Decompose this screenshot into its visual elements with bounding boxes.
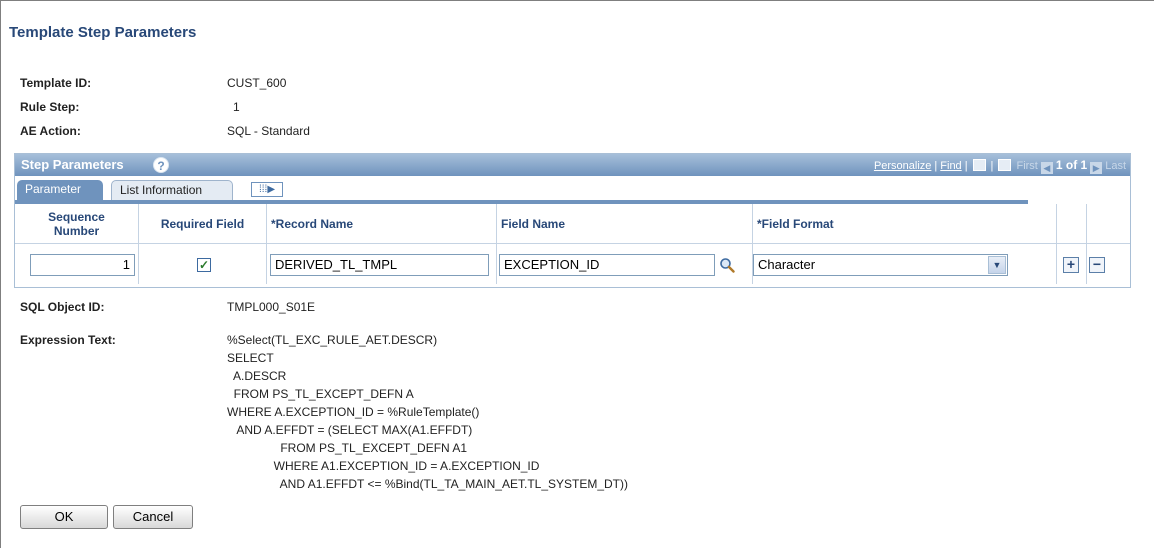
field-format-value: Character — [758, 257, 816, 272]
required-field-cell: ✓ — [139, 244, 267, 284]
tab-parameter[interactable]: Parameter — [17, 180, 103, 200]
cancel-button[interactable]: Cancel — [113, 505, 193, 529]
sql-object-id-value: TMPL000_S01E — [227, 300, 316, 314]
first-link: First — [1016, 160, 1038, 172]
grid-navigation: Personalize | Find | | First ◀ 1 of 1 ▶ Last — [873, 158, 1126, 174]
chevron-down-icon: ▼ — [988, 256, 1006, 274]
sequence-number-input[interactable]: 1 — [30, 254, 135, 276]
expression-line: AND A.EFFDT = (SELECT MAX(A1.EFFDT) — [227, 423, 473, 437]
step-parameters-grid: Step Parameters ? Personalize | Find | | Fir… — [14, 153, 1131, 288]
record-name-input[interactable]: DERIVED_TL_TMPL — [270, 254, 489, 276]
expression-line: AND A1.EFFDT <= %Bind(TL_TA_MAIN_AET.TL_… — [227, 477, 629, 491]
view-all-icon[interactable] — [972, 159, 986, 171]
previous-arrow-icon: ◀ — [1040, 162, 1053, 174]
column-header-label: *Record Name — [271, 216, 354, 231]
record-name-cell: DERIVED_TL_TMPL — [267, 244, 497, 284]
page-title: Template Step Parameters — [9, 24, 197, 41]
sql-object-id-label: SQL Object ID: — [20, 300, 105, 314]
column-header-sequence-number: Sequence Number — [15, 204, 139, 244]
find-link[interactable]: Find — [940, 160, 961, 172]
add-row-cell: + — [1057, 244, 1087, 284]
expression-line: SELECT — [227, 351, 274, 365]
expression-line: A.DESCR — [227, 369, 287, 383]
column-header-label: Field Name — [501, 216, 566, 231]
show-all-columns-icon[interactable]: ⁞⁞⁞▶ — [251, 182, 283, 197]
ae-action-value: SQL - Standard — [227, 124, 310, 138]
column-header-label: Required Field — [160, 216, 245, 231]
column-header-label: *Field Format — [757, 216, 834, 231]
column-header-field-format: *Field Format — [753, 204, 1057, 244]
last-link: Last — [1105, 160, 1126, 172]
expression-line: FROM PS_TL_EXCEPT_DEFN A1 — [227, 441, 468, 455]
expression-line: WHERE A1.EXCEPTION_ID = A.EXCEPTION_ID — [227, 459, 540, 473]
field-format-cell: Character ▼ — [753, 244, 1057, 284]
grid-tabs: Parameter List Information ⁞⁞⁞▶ — [15, 176, 1130, 200]
required-field-checkbox[interactable]: ✓ — [197, 258, 211, 272]
sequence-number-cell: 1 — [15, 244, 139, 284]
add-row-button[interactable]: + — [1063, 257, 1079, 273]
tab-list-information[interactable]: List Information — [111, 180, 233, 200]
column-header-label: Sequence Number — [48, 209, 105, 238]
column-header-field-name: Field Name — [497, 204, 753, 244]
grid-title: Step Parameters — [21, 157, 124, 172]
download-grid-icon[interactable] — [998, 159, 1012, 171]
next-arrow-icon: ▶ — [1090, 162, 1103, 174]
delete-row-cell: − — [1087, 244, 1130, 284]
template-id-label: Template ID: — [20, 76, 92, 90]
grid-header: Step Parameters ? Personalize | Find | | Fir… — [15, 154, 1130, 176]
expression-line: WHERE A.EXCEPTION_ID = %RuleTemplate() — [227, 405, 480, 419]
rule-step-value: 1 — [233, 100, 240, 114]
expression-line: %Select(TL_EXC_RULE_AET.DESCR) — [227, 333, 438, 347]
column-header-delete — [1087, 204, 1130, 244]
delete-row-button[interactable]: − — [1089, 257, 1105, 273]
rule-step-label: Rule Step: — [20, 100, 80, 114]
column-header-add — [1057, 204, 1087, 244]
field-name-cell: EXCEPTION_ID — [497, 244, 753, 284]
lookup-icon[interactable] — [719, 257, 735, 273]
ae-action-label: AE Action: — [20, 124, 81, 138]
ok-button[interactable]: OK — [20, 505, 108, 529]
template-id-value: CUST_600 — [227, 76, 287, 90]
personalize-link[interactable]: Personalize — [874, 160, 931, 172]
column-header-record-name: *Record Name — [267, 204, 497, 244]
expression-line: FROM PS_TL_EXCEPT_DEFN A — [227, 387, 414, 401]
field-format-select[interactable]: Character ▼ — [753, 254, 1008, 276]
field-name-input[interactable]: EXCEPTION_ID — [499, 254, 715, 276]
row-count: 1 of 1 — [1055, 158, 1088, 172]
column-header-required-field: Required Field — [139, 204, 267, 244]
help-icon[interactable]: ? — [153, 157, 169, 173]
expression-text-label: Expression Text: — [20, 333, 116, 347]
